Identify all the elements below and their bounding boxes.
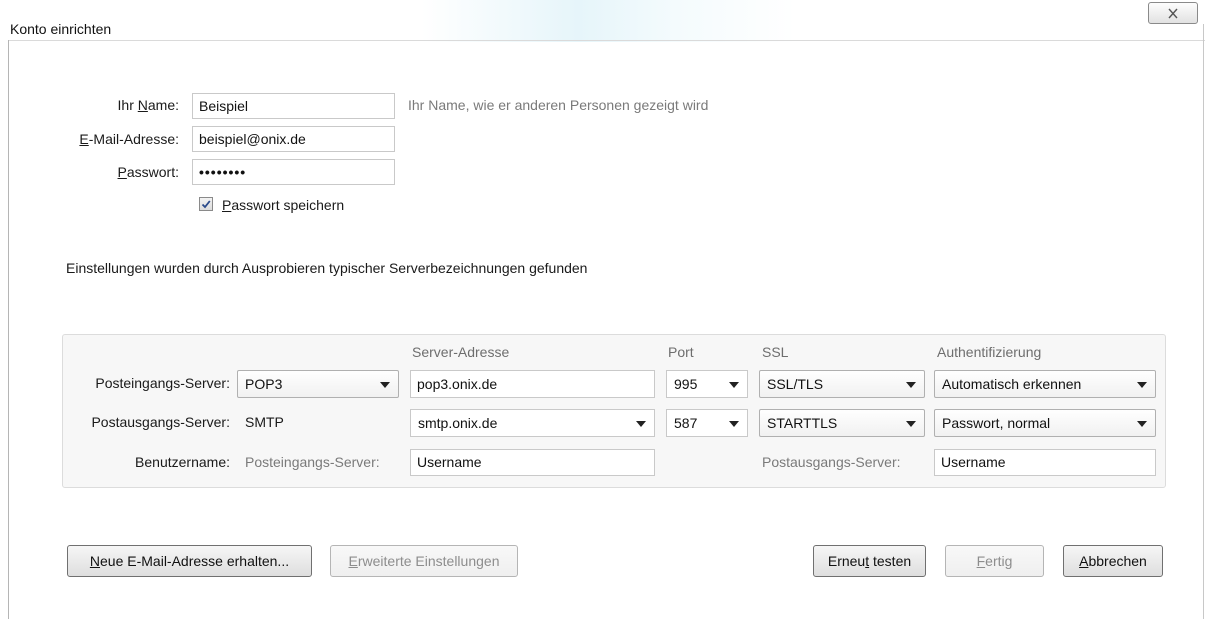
cancel-button[interactable]: Abbrechen	[1063, 545, 1163, 577]
header-server-address: Server-Adresse	[412, 344, 510, 360]
password-input[interactable]: ••••••••	[192, 159, 395, 185]
header-authentication: Authentifizierung	[937, 344, 1042, 360]
chevron-down-icon	[1137, 382, 1147, 388]
incoming-port-combo[interactable]: 995	[666, 370, 748, 398]
remember-password-checkbox[interactable]	[199, 197, 213, 211]
outgoing-ssl-select[interactable]: STARTTLS	[759, 409, 925, 437]
chevron-down-icon	[729, 421, 739, 427]
checkmark-icon	[201, 200, 211, 209]
incoming-auth-value: Automatisch erkennen	[942, 376, 1082, 392]
dialog-frame-right	[1203, 24, 1204, 619]
header-ssl: SSL	[762, 344, 789, 360]
chevron-down-icon	[906, 382, 916, 388]
dialog-frame-top	[8, 40, 1205, 41]
dialog-frame-left	[8, 40, 9, 619]
username-label: Benutzername:	[135, 454, 230, 470]
password-label: Passwort:	[117, 164, 179, 180]
name-hint: Ihr Name, wie er anderen Personen gezeig…	[408, 97, 709, 113]
advanced-settings-button[interactable]: Erweiterte Einstellungen	[330, 545, 518, 577]
email-label: E-Mail-Adresse:	[79, 131, 179, 147]
window-title: Konto einrichten	[10, 21, 112, 37]
incoming-username-input[interactable]: Username	[410, 449, 655, 476]
title-bar	[0, 0, 1205, 42]
chevron-down-icon	[1137, 421, 1147, 427]
remember-password-label[interactable]: Passwort speichern	[222, 197, 344, 213]
header-port: Port	[668, 344, 694, 360]
new-email-address-button[interactable]: Neue E-Mail-Adresse erhalten...	[67, 545, 312, 577]
status-message: Einstellungen wurden durch Ausprobieren …	[66, 260, 588, 276]
done-button[interactable]: Fertig	[945, 545, 1044, 577]
outgoing-ssl-value: STARTTLS	[767, 415, 838, 431]
outgoing-auth-select[interactable]: Passwort, normal	[934, 409, 1156, 437]
incoming-protocol-select[interactable]: POP3	[237, 370, 399, 398]
outgoing-port-value: 587	[674, 415, 698, 431]
username-outgoing-label: Postausgangs-Server:	[762, 454, 901, 470]
incoming-port-value: 995	[674, 376, 698, 392]
outgoing-server-combo[interactable]: smtp.onix.de	[410, 409, 655, 437]
outgoing-port-combo[interactable]: 587	[666, 409, 748, 437]
outgoing-auth-value: Passwort, normal	[942, 415, 1051, 431]
email-input[interactable]: beispiel@onix.de	[192, 126, 395, 152]
name-label: Ihr Name:	[117, 97, 179, 113]
incoming-server-label: Posteingangs-Server:	[95, 375, 230, 391]
name-input[interactable]: Beispiel	[192, 93, 395, 119]
incoming-ssl-select[interactable]: SSL/TLS	[759, 370, 925, 398]
chevron-down-icon	[380, 382, 390, 388]
incoming-protocol-value: POP3	[245, 376, 283, 392]
outgoing-server-label: Postausgangs-Server:	[91, 414, 230, 430]
chevron-down-icon	[906, 421, 916, 427]
username-incoming-label: Posteingangs-Server:	[245, 454, 380, 470]
close-button[interactable]	[1148, 2, 1198, 24]
chevron-down-icon	[729, 382, 739, 388]
chevron-down-icon	[636, 421, 646, 427]
retest-button[interactable]: Erneut testen	[813, 545, 926, 577]
outgoing-username-input[interactable]: Username	[934, 449, 1156, 476]
outgoing-server-value: smtp.onix.de	[418, 415, 498, 431]
incoming-server-input[interactable]: pop3.onix.de	[410, 370, 655, 398]
incoming-auth-select[interactable]: Automatisch erkennen	[934, 370, 1156, 398]
incoming-ssl-value: SSL/TLS	[767, 376, 824, 392]
outgoing-protocol: SMTP	[245, 414, 284, 430]
close-icon	[1168, 8, 1178, 18]
